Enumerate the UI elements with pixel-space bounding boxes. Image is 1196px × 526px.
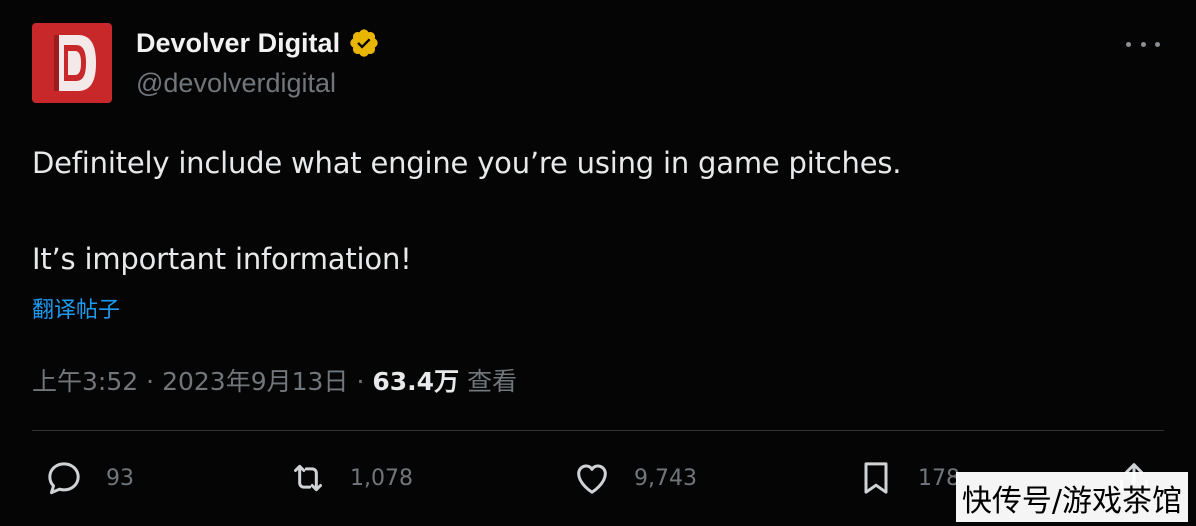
tweet-card: Devolver Digital @devolverdigital Defini… [0, 0, 1196, 526]
author-name-text: Devolver Digital [136, 27, 341, 58]
more-dot-icon [1155, 41, 1160, 47]
author-handle[interactable]: @devolverdigital [136, 68, 336, 99]
bookmark-count: 178 [918, 465, 960, 491]
translate-post-link[interactable]: 翻译帖子 [32, 292, 120, 324]
retweet-button[interactable]: 1,078 [288, 456, 413, 500]
reply-count: 93 [106, 465, 134, 491]
view-count: 63.4万 [372, 367, 460, 396]
reply-button[interactable]: 93 [44, 456, 134, 500]
like-count: 9,743 [634, 465, 697, 491]
retweet-icon [294, 464, 322, 492]
tweet-text-line-2: It’s important information! [32, 242, 412, 276]
divider [32, 430, 1164, 431]
bookmark-icon [864, 462, 888, 494]
more-dot-icon [1140, 41, 1146, 47]
view-label: 查看 [467, 367, 518, 396]
tweet-date[interactable]: 2023年9月13日 [162, 362, 348, 398]
devolver-logo-icon [54, 35, 96, 91]
more-options-button[interactable] [1126, 32, 1160, 56]
tweet-text-line-1: Definitely include what engine you’re us… [32, 146, 902, 180]
author-name[interactable]: Devolver Digital [136, 27, 380, 59]
watermark: 快传号/游戏茶馆 [955, 472, 1188, 522]
heart-icon [577, 464, 607, 494]
meta-separator: · [356, 367, 365, 396]
retweet-count: 1,078 [350, 465, 413, 491]
bookmark-button[interactable]: 178 [856, 456, 960, 500]
avatar[interactable] [32, 23, 112, 103]
meta-separator: · [146, 367, 155, 396]
more-dot-icon [1126, 41, 1131, 47]
like-button[interactable]: 9,743 [572, 456, 697, 500]
verified-badge-icon [350, 29, 378, 57]
tweet-time[interactable]: 上午3:52 [32, 362, 138, 398]
reply-icon [48, 462, 80, 495]
tweet-meta: 上午3:52 · 2023年9月13日 · 63.4万 查看 [32, 362, 517, 398]
